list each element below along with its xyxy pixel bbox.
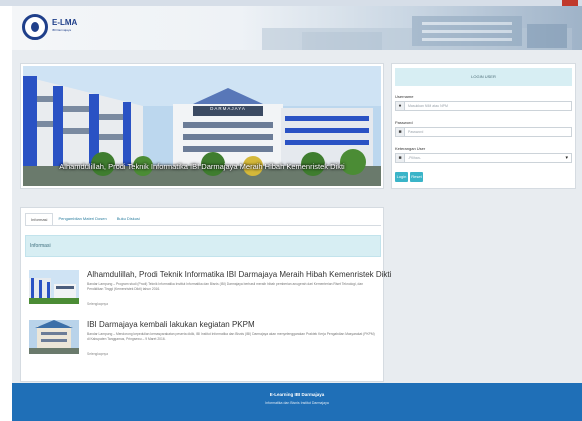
role-selected-value: -Pilihan- xyxy=(408,156,421,160)
role-label: Keterangan User xyxy=(395,146,426,151)
password-label: Password xyxy=(395,120,413,125)
lock-icon: ■ xyxy=(396,128,405,136)
info-banner: Informasi xyxy=(25,235,381,257)
news-read-more-link[interactable]: Selengkapnya xyxy=(87,302,108,306)
info-tabs: Informasi Pengambilan Materi Dosen Buku … xyxy=(25,213,145,225)
login-title: LOGIN USER xyxy=(395,68,572,86)
hero-slider[interactable]: DARMAJAYA Alhamdulillah, Prodi Teknik In… xyxy=(20,63,384,189)
header-building-illustration xyxy=(262,16,572,50)
footer-subtitle: Informatika dan Bisnis Institut Darmajay… xyxy=(265,401,329,405)
footer-title: E-Learning IBI Darmajaya xyxy=(269,392,325,397)
news-description: Bandar Lampung – Program studi (Prodi) T… xyxy=(87,282,364,291)
logo-text[interactable]: E-LMA xyxy=(52,18,77,27)
logo-icon[interactable] xyxy=(22,14,48,40)
news-description: Bandar Lampung – Mendorong kepedulian ke… xyxy=(87,332,375,341)
tab-divider xyxy=(25,225,381,226)
login-button[interactable]: Login xyxy=(395,172,408,182)
role-select[interactable]: ■ -Pilihan- ▾ xyxy=(395,153,572,163)
news-title[interactable]: Alhamdulillah, Prodi Teknik Informatika … xyxy=(87,270,391,279)
tab-buku-diskusi[interactable]: Buku Diskusi xyxy=(112,213,145,225)
news-title[interactable]: IBI Darmajaya kembali lakukan kegiatan P… xyxy=(87,320,255,329)
password-placeholder: Password xyxy=(408,130,424,134)
username-label: Username xyxy=(395,94,414,99)
page: E-LMA IBI Darmajaya DARMAJAYA Alhamdulil… xyxy=(12,6,582,421)
caret-down-icon: ▾ xyxy=(565,155,568,161)
password-field[interactable]: ■ Password xyxy=(395,127,572,137)
hero-caption[interactable]: Alhamdulillah, Prodi Teknik Informatika … xyxy=(23,162,381,171)
login-panel: LOGIN USER Username ● Masukkan NIM atau … xyxy=(391,63,576,189)
news-thumbnail[interactable] xyxy=(29,270,79,304)
site-footer: E-Learning IBI Darmajaya Informatika dan… xyxy=(12,383,582,421)
lock-icon: ■ xyxy=(396,154,405,162)
site-header: E-LMA IBI Darmajaya xyxy=(12,6,582,50)
username-field[interactable]: ● Masukkan NIM atau NPM xyxy=(395,101,572,111)
username-placeholder: Masukkan NIM atau NPM xyxy=(408,104,448,108)
tab-informasi[interactable]: Informasi xyxy=(25,213,54,225)
news-thumbnail[interactable] xyxy=(29,320,79,354)
user-icon: ● xyxy=(396,102,405,110)
hero-image: DARMAJAYA Alhamdulillah, Prodi Teknik In… xyxy=(23,66,381,186)
news-read-more-link[interactable]: Selengkapnya xyxy=(87,352,108,356)
building-sign: DARMAJAYA xyxy=(210,106,246,111)
tab-pengambilan-materi[interactable]: Pengambilan Materi Dosen xyxy=(53,213,111,225)
reset-button[interactable]: Reset xyxy=(410,172,423,182)
info-panel: Informasi Pengambilan Materi Dosen Buku … xyxy=(20,207,391,382)
logo-subtext: IBI Darmajaya xyxy=(52,28,72,32)
